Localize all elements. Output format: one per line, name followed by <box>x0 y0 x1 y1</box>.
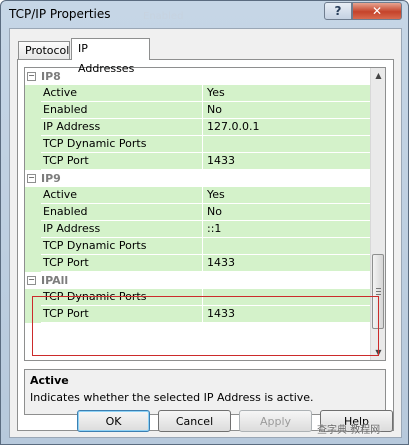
property-value[interactable]: No <box>203 204 371 221</box>
scroll-thumb[interactable] <box>372 254 384 329</box>
collapse-icon[interactable]: − <box>27 72 36 81</box>
property-row[interactable]: TCP Dynamic Ports <box>25 289 371 306</box>
property-row[interactable]: TCP Port 1433 <box>25 153 371 170</box>
description-panel: Active Indicates whether the selected IP… <box>24 369 386 415</box>
title-ghost-text: Enabled <box>143 11 184 22</box>
category-row[interactable]: − IP8 <box>25 68 371 85</box>
category-name: IP8 <box>41 70 61 83</box>
property-name: TCP Dynamic Ports <box>41 238 203 255</box>
row-gutter <box>25 238 37 255</box>
row-gutter <box>25 289 37 306</box>
property-name: IP Address <box>41 119 203 136</box>
property-row[interactable]: TCP Dynamic Ports <box>25 238 371 255</box>
scroll-down-icon[interactable]: ▼ <box>373 346 384 359</box>
row-gutter <box>25 187 37 204</box>
property-name: Enabled <box>41 204 203 221</box>
property-value[interactable]: 127.0.0.1 <box>203 119 371 136</box>
dialog-window: TCP/IP Properties Enabled ? ✕ Protocol I… <box>0 0 409 445</box>
close-icon[interactable]: ✕ <box>352 2 402 20</box>
property-value[interactable]: 1433 <box>203 153 371 170</box>
property-value[interactable] <box>203 289 371 306</box>
property-row[interactable]: IP Address::1 <box>25 221 371 238</box>
apply-button[interactable]: Apply <box>239 410 312 432</box>
property-row[interactable]: Enabled No <box>25 102 371 119</box>
row-gutter <box>25 221 37 238</box>
title-bar[interactable]: TCP/IP Properties Enabled ? ✕ <box>1 1 408 27</box>
property-row[interactable]: TCP Port 1433 <box>25 306 371 323</box>
property-value[interactable]: ::1 <box>203 221 371 238</box>
property-value[interactable] <box>203 238 371 255</box>
property-row[interactable]: Active Yes <box>25 85 371 102</box>
dialog-client-area: Protocol IP Addresses − IP8 Active Yes Enabl… <box>9 28 402 438</box>
property-name: Active <box>41 85 203 102</box>
tab-protocol[interactable]: Protocol <box>18 41 70 59</box>
category-row[interactable]: − IP9 <box>25 170 371 187</box>
property-value[interactable]: 1433 <box>203 306 371 323</box>
property-row[interactable]: TCP Port 1433 <box>25 255 371 272</box>
property-name: TCP Port <box>41 153 203 170</box>
property-name: Active <box>41 187 203 204</box>
row-gutter <box>25 306 37 323</box>
property-value[interactable]: Yes <box>203 85 371 102</box>
category-row[interactable]: − IPAll <box>25 272 371 289</box>
property-row[interactable]: TCP Dynamic Ports <box>25 136 371 153</box>
vertical-scrollbar[interactable]: ▲ ▼ <box>370 68 385 360</box>
property-grid[interactable]: − IP8 Active Yes Enabled No IP Address 127.0.0.… <box>24 67 386 361</box>
cancel-button[interactable]: Cancel <box>158 410 231 432</box>
property-grid-rows: − IP8 Active Yes Enabled No IP Address 127.0.0.… <box>25 68 371 323</box>
property-name: IP Address <box>41 221 203 238</box>
property-value[interactable]: 1433 <box>203 255 371 272</box>
property-row[interactable]: Enabled No <box>25 204 371 221</box>
description-text: Indicates whether the selected IP Addres… <box>30 391 314 404</box>
property-row[interactable]: IP Address 127.0.0.1 <box>25 119 371 136</box>
row-gutter <box>25 136 37 153</box>
ok-button[interactable]: OK <box>77 410 150 432</box>
property-name: Enabled <box>41 102 203 119</box>
row-gutter <box>25 119 37 136</box>
category-name: IPAll <box>41 274 69 287</box>
row-gutter <box>25 204 37 221</box>
collapse-icon[interactable]: − <box>27 174 36 183</box>
property-name: TCP Dynamic Ports <box>41 136 203 153</box>
property-name: TCP Dynamic Ports <box>41 289 203 306</box>
watermark-logo: 查字典 教程网 <box>317 425 381 436</box>
row-gutter <box>25 153 37 170</box>
row-gutter <box>25 102 37 119</box>
help-icon[interactable]: ? <box>324 2 352 20</box>
row-gutter <box>25 255 37 272</box>
collapse-icon[interactable]: − <box>27 276 36 285</box>
property-value[interactable]: No <box>203 102 371 119</box>
property-name: TCP Port <box>41 306 203 323</box>
thumb-grip-line <box>376 291 381 292</box>
property-name: TCP Port <box>41 255 203 272</box>
property-value[interactable] <box>203 136 371 153</box>
window-title: TCP/IP Properties <box>9 7 111 21</box>
thumb-grip-line <box>376 294 381 295</box>
row-gutter <box>25 85 37 102</box>
description-title: Active <box>30 374 69 387</box>
property-row[interactable]: Active Yes <box>25 187 371 204</box>
tab-ip-addresses[interactable]: IP Addresses <box>71 38 150 75</box>
category-name: IP9 <box>41 172 61 185</box>
property-value[interactable]: Yes <box>203 187 371 204</box>
scroll-up-icon[interactable]: ▲ <box>373 69 384 82</box>
thumb-grip-line <box>376 288 381 289</box>
